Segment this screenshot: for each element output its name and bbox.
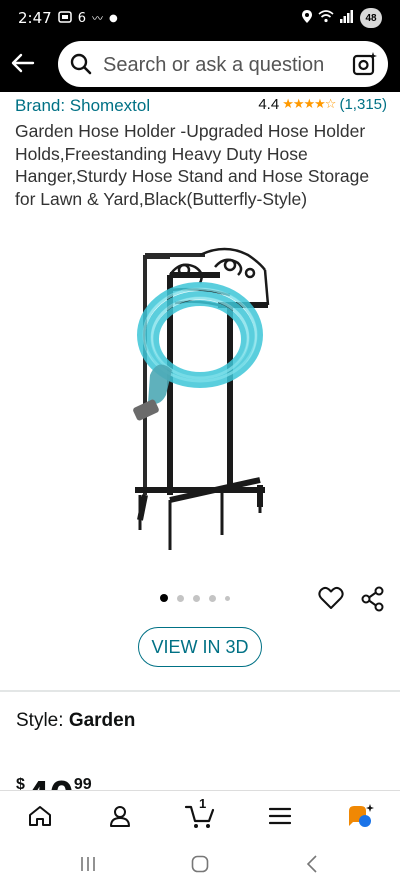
product-title: Garden Hose Holder -Upgraded Hose Holder… (15, 121, 370, 209)
search-header: Search or ask a question (0, 36, 400, 92)
star-rating-icon: ★★★★☆ (282, 97, 336, 112)
status-bar: 2:47 6 〰 ● 48 (0, 0, 400, 36)
heart-icon (318, 586, 344, 609)
nav-menu[interactable] (260, 799, 300, 833)
system-navigation-bar (0, 840, 400, 889)
style-label: Style: (16, 710, 69, 731)
carousel-dot[interactable] (225, 595, 230, 601)
nav-cart[interactable]: 1 (180, 796, 220, 833)
brand-rating-row: Brand: Shomextol 4.4 ★★★★☆ (1,315) (15, 96, 387, 116)
search-input[interactable]: Search or ask a question (103, 54, 324, 77)
notification-icon-2: 6 (77, 10, 86, 26)
price-whole: 40 (25, 772, 74, 790)
price: $4099 (16, 772, 92, 790)
back-chevron-icon (306, 855, 317, 873)
notification-icon-3: 〰 (91, 12, 103, 25)
system-home-button[interactable] (185, 852, 215, 876)
bottom-navigation: 1 (0, 790, 400, 840)
status-left: 2:47 6 〰 ● (18, 9, 118, 27)
rating[interactable]: 4.4 ★★★★☆ (1,315) (258, 96, 387, 113)
cart-count: 1 (199, 796, 207, 811)
price-currency: $ (16, 776, 25, 790)
battery-indicator: 48 (360, 8, 382, 28)
carousel-indicator[interactable] (160, 594, 230, 602)
recents-button[interactable] (73, 852, 103, 876)
brand-link[interactable]: Brand: Shomextol (15, 96, 150, 116)
carousel-dot-active[interactable] (160, 594, 168, 602)
share-button[interactable] (361, 586, 385, 617)
search-icon (70, 53, 92, 80)
wifi-icon (318, 10, 334, 26)
nav-rufus[interactable] (340, 799, 380, 833)
signal-icon (340, 10, 354, 26)
section-divider (0, 690, 400, 692)
dot-icon: ● (108, 12, 118, 24)
menu-icon (269, 807, 291, 825)
camera-search-icon[interactable] (352, 51, 378, 82)
rating-count[interactable]: (1,315) (339, 96, 387, 113)
style-value: Garden (68, 710, 136, 731)
carousel-dot[interactable] (193, 594, 200, 602)
search-bar[interactable]: Search or ask a question (58, 41, 388, 87)
view-in-3d-button[interactable]: VIEW IN 3D (138, 627, 262, 667)
recents-icon (81, 857, 95, 871)
home-icon (29, 806, 51, 826)
share-icon (361, 586, 384, 612)
rating-value: 4.4 (258, 96, 280, 113)
wishlist-button[interactable] (318, 586, 344, 615)
notification-icon (57, 9, 72, 27)
nav-home[interactable] (20, 799, 60, 833)
carousel-dot[interactable] (177, 594, 184, 602)
price-cents: 99 (73, 776, 92, 790)
home-circle-icon (191, 855, 209, 873)
style-selector[interactable]: Style: Garden (16, 710, 135, 732)
nav-account[interactable] (100, 799, 140, 833)
back-arrow-icon (11, 53, 35, 73)
status-right: 48 (302, 8, 382, 28)
status-time: 2:47 (18, 9, 52, 27)
location-icon (302, 10, 312, 26)
carousel-dot[interactable] (209, 594, 216, 602)
system-back-button[interactable] (297, 852, 327, 876)
account-icon (110, 806, 130, 827)
back-button[interactable] (8, 48, 38, 78)
rufus-icon (349, 804, 374, 827)
price-area: $4099 (16, 770, 216, 790)
product-image[interactable] (100, 245, 300, 560)
